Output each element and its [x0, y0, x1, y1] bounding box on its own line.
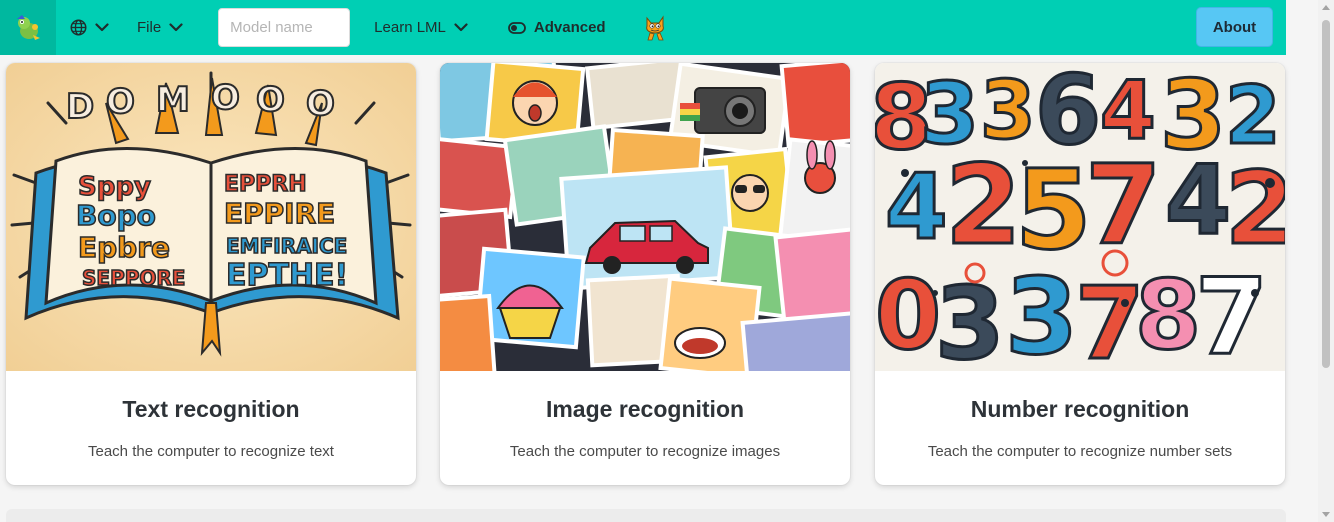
navbar: File Learn LML Advanced About [0, 0, 1286, 55]
svg-text:M: M [156, 80, 190, 120]
svg-text:D: D [66, 87, 94, 127]
number-recognition-card[interactable]: 8 3 3 6 4 3 2 4 2 5 7 4 2 0 3 3 7 8 7 Nu… [875, 63, 1285, 485]
advanced-toggle[interactable]: Advanced [507, 19, 606, 36]
svg-text:0: 0 [875, 261, 941, 371]
file-menu[interactable]: File [137, 19, 183, 36]
image-recognition-card[interactable]: Image recognition Teach the computer to … [440, 63, 850, 485]
card-title: Image recognition [545, 396, 745, 422]
about-button[interactable]: About [1196, 7, 1273, 47]
svg-text:7: 7 [1085, 141, 1162, 269]
photo-collage-illustration [440, 63, 850, 371]
scroll-down-arrow-icon[interactable] [1322, 512, 1330, 517]
svg-text:2: 2 [1225, 69, 1281, 162]
lml-logo-icon[interactable] [0, 0, 56, 55]
scroll-up-arrow-icon[interactable] [1322, 5, 1330, 10]
chevron-down-icon [169, 23, 183, 32]
svg-text:O: O [306, 84, 335, 124]
model-name-input[interactable] [218, 8, 351, 47]
learn-lml-label: Learn LML [374, 19, 446, 36]
svg-text:2: 2 [1225, 150, 1285, 267]
svg-text:EPPRH: EPPRH [224, 172, 307, 197]
svg-text:EMFIRAICE: EMFIRAICE [226, 234, 347, 258]
next-row-card-edge [6, 509, 1286, 522]
page-scrollbar[interactable] [1318, 0, 1334, 522]
toggle-off-icon [507, 21, 526, 34]
globe-icon [70, 19, 87, 36]
svg-text:SEPPORE: SEPPORE [82, 266, 185, 290]
card-description: Teach the computer to recognize images [509, 443, 781, 460]
svg-text:EPTHE!: EPTHE! [226, 258, 348, 293]
svg-text:Sppy: Sppy [78, 172, 151, 202]
svg-text:3: 3 [1005, 256, 1078, 371]
card-title: Text recognition [122, 396, 300, 422]
file-menu-label: File [137, 19, 162, 36]
colorful-numbers-illustration: 8 3 3 6 4 3 2 4 2 5 7 4 2 0 3 3 7 8 7 [875, 63, 1285, 371]
scratch-cat-icon[interactable] [642, 14, 668, 42]
svg-text:O: O [106, 82, 135, 122]
svg-text:4: 4 [1165, 146, 1231, 256]
svg-text:8: 8 [1135, 261, 1201, 371]
card-description: Teach the computer to recognize text [88, 443, 334, 460]
svg-text:4: 4 [885, 155, 948, 260]
chevron-down-icon [95, 23, 109, 32]
svg-text:2: 2 [945, 141, 1022, 269]
svg-text:Epbre: Epbre [78, 231, 170, 264]
svg-text:Bopo: Bopo [76, 199, 156, 232]
svg-text:O: O [256, 80, 285, 120]
card-title: Number recognition [970, 396, 1190, 422]
advanced-label: Advanced [533, 19, 606, 36]
svg-text:7: 7 [1195, 256, 1268, 371]
chevron-down-icon [454, 23, 468, 32]
text-recognition-card[interactable]: DOM OOO Sppy Bopo Epbre SEPPORE EPPRH EP… [6, 63, 416, 485]
card-description: Teach the computer to recognize number s… [927, 443, 1233, 460]
scrollbar-thumb[interactable] [1322, 20, 1330, 368]
learn-lml-menu[interactable]: Learn LML [374, 19, 468, 36]
language-menu[interactable] [70, 19, 109, 36]
open-book-letters-illustration: DOM OOO Sppy Bopo Epbre SEPPORE EPPRH EP… [6, 63, 416, 371]
svg-text:O: O [211, 78, 240, 118]
svg-text:EPPIRE: EPPIRE [224, 197, 335, 230]
